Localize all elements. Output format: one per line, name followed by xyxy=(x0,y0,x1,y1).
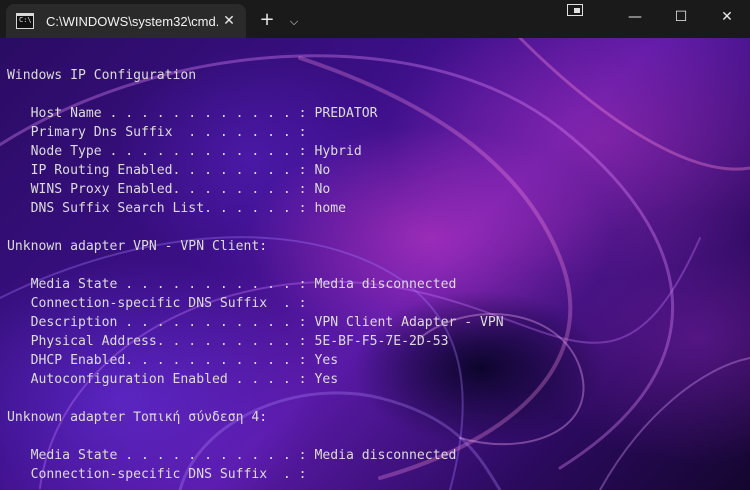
console-line: Unknown adapter VPN - VPN Client: xyxy=(7,239,268,254)
window-controls: — ☐ ✕ xyxy=(612,0,750,34)
new-tab-button[interactable]: + xyxy=(256,9,278,30)
console-line: DNS Suffix Search List. . . . . . : home xyxy=(7,201,346,216)
close-window-button[interactable]: ✕ xyxy=(704,0,750,34)
minimize-button[interactable]: — xyxy=(612,0,658,34)
console-line: Description . . . . . . . . . . . : VPN … xyxy=(7,315,504,330)
terminal-tab[interactable]: C:\ C:\WINDOWS\system32\cmd. ✕ xyxy=(6,4,246,38)
console-line: Primary Dns Suffix . . . . . . . : xyxy=(7,125,307,140)
console-line: WINS Proxy Enabled. . . . . . . . : No xyxy=(7,182,331,197)
tab-title: C:\WINDOWS\system32\cmd. xyxy=(46,13,218,29)
console-line: Node Type . . . . . . . . . . . . : Hybr… xyxy=(7,144,362,159)
console-line: Media State . . . . . . . . . . . : Medi… xyxy=(7,448,457,463)
console-line: Unknown adapter Τοπική σύνδεση 4: xyxy=(7,410,268,425)
cmd-icon: C:\ xyxy=(16,13,34,29)
console-line: DHCP Enabled. . . . . . . . . . . : Yes xyxy=(7,353,339,368)
console-line: Host Name . . . . . . . . . . . . : PRED… xyxy=(7,106,378,121)
tab-close-icon[interactable]: ✕ xyxy=(218,10,240,32)
console-line: Windows IP Configuration xyxy=(7,68,197,83)
console-output[interactable]: Windows IP Configuration Host Name . . .… xyxy=(7,66,504,484)
terminal-pane[interactable]: Windows IP Configuration Host Name . . .… xyxy=(0,38,750,490)
title-bar: C:\ C:\WINDOWS\system32\cmd. ✕ + ⌵ — ☐ ✕ xyxy=(0,0,750,38)
console-line: IP Routing Enabled. . . . . . . . : No xyxy=(7,163,331,178)
console-line: Connection-specific DNS Suffix . : xyxy=(7,296,307,311)
maximize-button[interactable]: ☐ xyxy=(658,0,704,34)
console-line: Media State . . . . . . . . . . . : Medi… xyxy=(7,277,457,292)
tab-dropdown-button[interactable]: ⌵ xyxy=(284,15,304,29)
console-line: Physical Address. . . . . . . . . : 5E-B… xyxy=(7,334,449,349)
console-line: Autoconfiguration Enabled . . . . : Yes xyxy=(7,372,339,387)
console-line: Connection-specific DNS Suffix . : xyxy=(7,467,307,482)
snap-layout-icon[interactable] xyxy=(567,2,585,18)
cmd-icon-text: C:\ xyxy=(19,16,32,24)
